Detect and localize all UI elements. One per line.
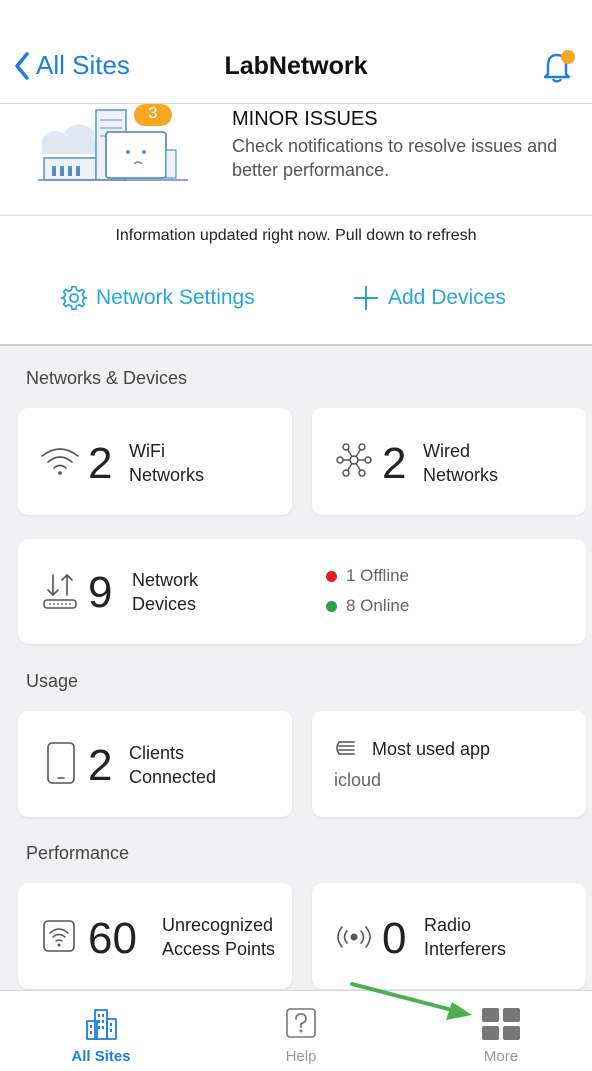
buildings-icon [86,1009,117,1040]
gear-icon [60,285,88,310]
section-header-networks: Networks & Devices [26,368,188,388]
tab-help[interactable]: Help [246,991,356,1071]
section-header-usage: Usage [26,671,79,691]
add-devices-label: Add Devices [388,286,506,309]
radio-signal-icon [337,926,371,948]
network-settings-label: Network Settings [96,286,255,309]
online-text: 8 Online [346,596,410,615]
devices-label-line2: Devices [132,594,197,614]
network-devices-card[interactable]: 9 Network Devices 1 Offline 8 Online [18,539,586,644]
wifi-networks-card[interactable]: 2 WiFi Networks [18,408,292,515]
help-icon [286,1008,316,1038]
access-points-card[interactable]: 60 Unrecognized Access Points [18,883,292,989]
most-used-app-card[interactable]: Most used app icloud [312,711,586,817]
plus-icon [354,286,378,310]
radio-count: 0 [382,914,407,963]
tab-all-sites-label: All Sites [71,1048,131,1065]
wifi-label-line1: WiFi [129,441,165,461]
refresh-info: Information updated right now. Pull down… [0,215,592,257]
issue-count-badge: 3 [148,105,158,122]
device-transfer-icon [43,574,77,609]
add-devices-button[interactable]: Add Devices [352,284,506,312]
offline-dot [326,570,337,582]
wired-networks-card[interactable]: 2 Wired Networks [312,408,586,515]
access-points-count: 60 [88,914,137,963]
online-status: 8 Online [326,596,409,616]
clients-connected-card[interactable]: 2 Clients Connected [18,711,292,817]
access-points-label-line2: Access Points [162,939,276,959]
wired-label-line2: Networks [423,465,499,485]
issue-title: MINOR ISSUES [232,108,378,130]
devices-count: 9 [88,568,113,617]
wired-count: 2 [382,439,407,488]
action-bar: Network Settings Add Devices [0,256,592,346]
phone-icon [47,742,75,784]
tab-more-label: More [483,1048,519,1065]
radio-label-line2: Interferers [424,939,507,959]
offline-text: 1 Offline [346,566,410,585]
wired-label-line1: Wired [423,441,471,461]
clients-count: 2 [88,741,113,790]
radio-label-line1: Radio [424,915,472,935]
most-used-app-value: icloud [334,770,382,790]
tab-help-label: Help [285,1048,317,1065]
access-point-icon [43,920,75,952]
network-topology-icon [336,443,372,477]
grid-icon [482,1008,520,1040]
clients-label-line1: Clients [129,743,185,763]
access-points-label-line1: Unrecognized [162,915,274,935]
app-list-icon [336,741,355,755]
tab-all-sites[interactable]: All Sites [46,991,156,1071]
online-dot [326,600,337,612]
offline-status: 1 Offline [326,566,409,586]
navigation-bar: All Sites LabNetwork [0,0,592,104]
wifi-label-line2: Networks [129,465,205,485]
wifi-icon [41,448,79,475]
page-title: LabNetwork [224,52,368,80]
most-used-app-title: Most used app [372,739,491,759]
wifi-count: 2 [88,439,113,488]
radio-interferers-card[interactable]: 0 Radio Interferers [312,883,586,989]
tab-bar: All Sites Help More [0,990,592,1071]
devices-label-line1: Network [132,570,199,590]
section-header-performance: Performance [26,843,130,863]
clients-label-line2: Connected [129,767,217,787]
issues-banner[interactable]: 3 MINOR ISSUES Check notifications to re… [0,104,592,214]
annotation-arrow-icon [350,982,472,1020]
issue-description: Check notifications to resolve issues an… [232,136,558,180]
network-settings-button[interactable]: Network Settings [60,284,255,312]
notification-bell-icon[interactable] [538,46,578,86]
